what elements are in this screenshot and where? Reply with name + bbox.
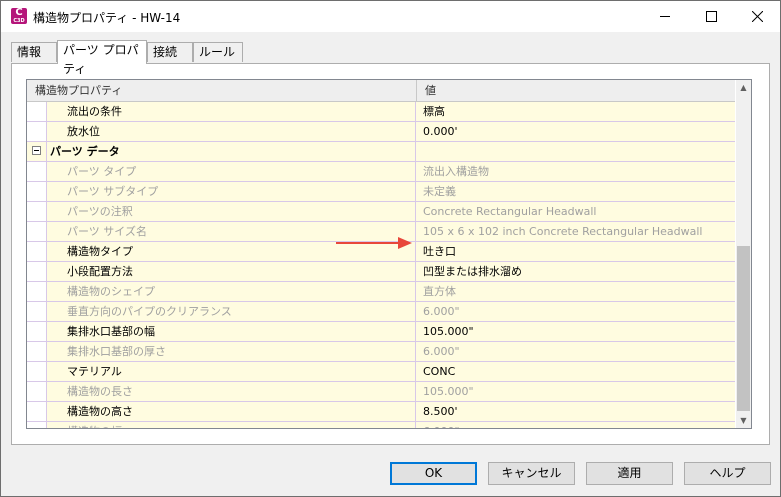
app-icon-sub: C3D	[13, 18, 25, 24]
row-gutter	[27, 402, 47, 421]
property-value[interactable]: 8.500'	[417, 402, 735, 421]
property-value[interactable]: 0.000'	[417, 122, 735, 141]
property-value: 未定義	[423, 185, 456, 198]
row-gutter	[27, 222, 47, 241]
property-row[interactable]: 構造物の高さ 8.500'	[27, 402, 735, 422]
row-gutter	[27, 382, 47, 401]
tab-connections[interactable]: 接続	[147, 42, 193, 62]
row-gutter	[27, 302, 47, 321]
property-value: Concrete Rectangular Headwall	[423, 205, 597, 218]
property-value: 流出入構造物	[423, 165, 489, 178]
grid-header: 構造物プロパティ 値	[27, 80, 735, 102]
grid-rows: 流出の条件 標高 放水位 0.000' パーツ データ パーツ タイプ 流出入構造物 パーツ …	[27, 102, 735, 428]
row-gutter	[27, 342, 47, 361]
property-name: パーツ タイプ	[47, 162, 416, 181]
maximize-button[interactable]	[688, 1, 734, 32]
dialog-window: C C3D 構造物プロパティ - HW-14 情報 パーツ プロパティ 接続 ル…	[0, 0, 781, 497]
property-value[interactable]: 凹型または排水溜め	[417, 262, 735, 281]
row-gutter	[27, 422, 47, 428]
close-icon	[751, 11, 763, 22]
column-header-value[interactable]: 値	[417, 80, 735, 101]
property-row[interactable]: パーツ タイプ 流出入構造物	[27, 162, 735, 182]
tab-rules[interactable]: ルール	[193, 42, 243, 62]
property-name: マテリアル	[47, 362, 416, 381]
maximize-icon	[705, 11, 717, 22]
category-row[interactable]: パーツ データ	[27, 142, 735, 162]
property-value: 6.000"	[423, 345, 460, 358]
property-row[interactable]: パーツ サブタイプ 未定義	[27, 182, 735, 202]
close-button[interactable]	[734, 1, 780, 32]
scroll-thumb[interactable]	[737, 246, 750, 411]
property-row[interactable]: 垂直方向のパイプのクリアランス 6.000"	[27, 302, 735, 322]
row-gutter	[27, 102, 47, 121]
minimize-button[interactable]	[642, 1, 688, 32]
row-gutter	[27, 162, 47, 181]
scroll-down-icon[interactable]: ▼	[736, 413, 751, 428]
row-gutter	[27, 202, 47, 221]
property-row[interactable]: 放水位 0.000'	[27, 122, 735, 142]
property-name: 放水位	[47, 122, 416, 141]
row-gutter	[27, 122, 47, 141]
minimize-icon	[660, 16, 670, 17]
property-row[interactable]: 構造物の長さ 105.000"	[27, 382, 735, 402]
property-row[interactable]: 集排水口基部の厚さ 6.000"	[27, 342, 735, 362]
property-name: 構造物の長さ	[47, 382, 416, 401]
apply-button[interactable]: 適用	[586, 462, 673, 485]
property-value[interactable]: CONC	[417, 362, 735, 381]
property-value: 6.000"	[423, 305, 460, 318]
row-gutter	[27, 282, 47, 301]
window-title: 構造物プロパティ - HW-14	[33, 11, 181, 25]
row-gutter	[27, 242, 47, 261]
civil3d-app-icon: C C3D	[11, 8, 27, 24]
property-row[interactable]: 流出の条件 標高	[27, 102, 735, 122]
ok-button[interactable]: OK	[390, 462, 477, 485]
property-value: 6.000"	[417, 422, 735, 428]
property-name: 集排水口基部の厚さ	[47, 342, 416, 361]
property-value: 105.000"	[423, 385, 474, 398]
property-name: 構造物の高さ	[47, 402, 416, 421]
property-name: 垂直方向のパイプのクリアランス	[47, 302, 416, 321]
row-gutter	[27, 362, 47, 381]
property-name: 流出の条件	[47, 102, 416, 121]
property-name: 集排水口基部の幅	[47, 322, 416, 341]
property-row[interactable]: パーツの注釈 Concrete Rectangular Headwall	[27, 202, 735, 222]
property-name: パーツ データ	[47, 142, 416, 161]
property-value: 105 x 6 x 102 inch Concrete Rectangular …	[423, 225, 703, 238]
row-gutter	[27, 262, 47, 281]
property-name: 小段配置方法	[47, 262, 416, 281]
annotation-arrow-icon	[336, 237, 412, 249]
row-gutter	[27, 142, 47, 161]
property-row[interactable]: 小段配置方法 凹型または排水溜め	[27, 262, 735, 282]
property-name: パーツ サブタイプ	[47, 182, 416, 201]
property-row[interactable]: 構造物のシェイプ 直方体	[27, 282, 735, 302]
row-gutter	[27, 322, 47, 341]
column-header-property[interactable]: 構造物プロパティ	[27, 80, 417, 101]
tab-info[interactable]: 情報	[11, 42, 57, 62]
property-row[interactable]: 構造物の幅6.000"	[27, 422, 735, 428]
tab-part-properties[interactable]: パーツ プロパティ	[57, 40, 147, 76]
property-value[interactable]: 標高	[417, 102, 735, 121]
property-value: 直方体	[423, 285, 456, 298]
app-icon-letter: C	[15, 7, 23, 18]
property-value[interactable]: 105.000"	[417, 322, 735, 341]
property-name: 構造物のシェイプ	[47, 282, 416, 301]
cancel-button[interactable]: キャンセル	[488, 462, 575, 485]
title-bar: C C3D 構造物プロパティ - HW-14	[1, 1, 780, 32]
property-row[interactable]: マテリアル CONC	[27, 362, 735, 382]
property-name: パーツの注釈	[47, 202, 416, 221]
property-value[interactable]: 吐き口	[417, 242, 735, 261]
vertical-scrollbar[interactable]: ▲ ▼	[736, 80, 751, 428]
property-grid: 構造物プロパティ 値 流出の条件 標高 放水位 0.000' パーツ データ パーツ タイ…	[26, 79, 752, 429]
property-value	[417, 142, 735, 161]
row-gutter	[27, 182, 47, 201]
scroll-up-icon[interactable]: ▲	[736, 80, 751, 95]
property-row[interactable]: 集排水口基部の幅 105.000"	[27, 322, 735, 342]
help-button[interactable]: ヘルプ	[684, 462, 771, 485]
collapse-icon[interactable]	[32, 146, 41, 155]
property-name: 構造物の幅	[47, 422, 416, 428]
